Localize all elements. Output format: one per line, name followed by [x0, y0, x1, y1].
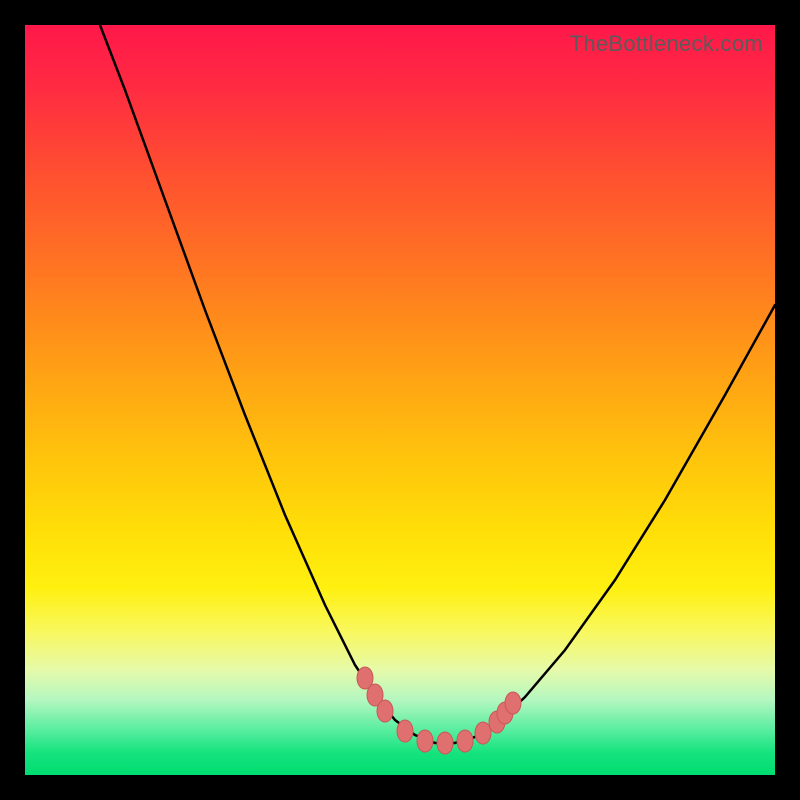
data-marker — [417, 730, 433, 752]
curve-line — [100, 25, 775, 743]
data-marker — [475, 722, 491, 744]
chart-frame: TheBottleneck.com — [0, 0, 800, 800]
bottleneck-curve — [25, 25, 775, 775]
data-marker — [457, 730, 473, 752]
data-marker — [377, 700, 393, 722]
data-marker — [437, 732, 453, 754]
data-marker — [505, 692, 521, 714]
curve-markers — [357, 667, 521, 754]
plot-area: TheBottleneck.com — [25, 25, 775, 775]
data-marker — [397, 720, 413, 742]
